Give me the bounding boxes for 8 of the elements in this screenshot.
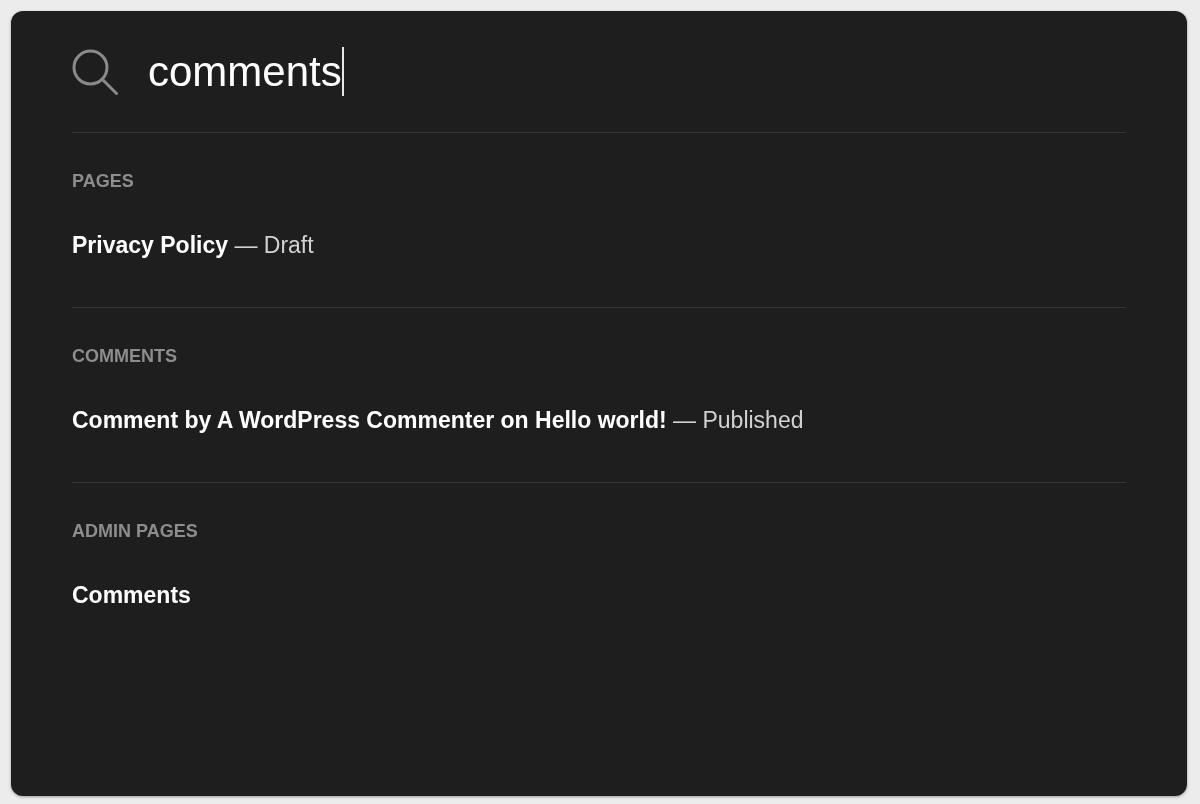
search-result-link[interactable]: Comment by A WordPress Commenter on Hello world! — Published <box>72 405 804 435</box>
search-result-link[interactable]: Privacy Policy — Draft <box>72 230 314 260</box>
search-field[interactable]: comments <box>148 46 344 97</box>
search-result-link[interactable]: Comments <box>72 580 191 610</box>
search-icon <box>72 48 118 95</box>
section-heading: COMMENTS <box>72 345 177 368</box>
section-heading: PAGES <box>72 170 134 193</box>
section-heading: ADMIN PAGES <box>72 520 198 543</box>
